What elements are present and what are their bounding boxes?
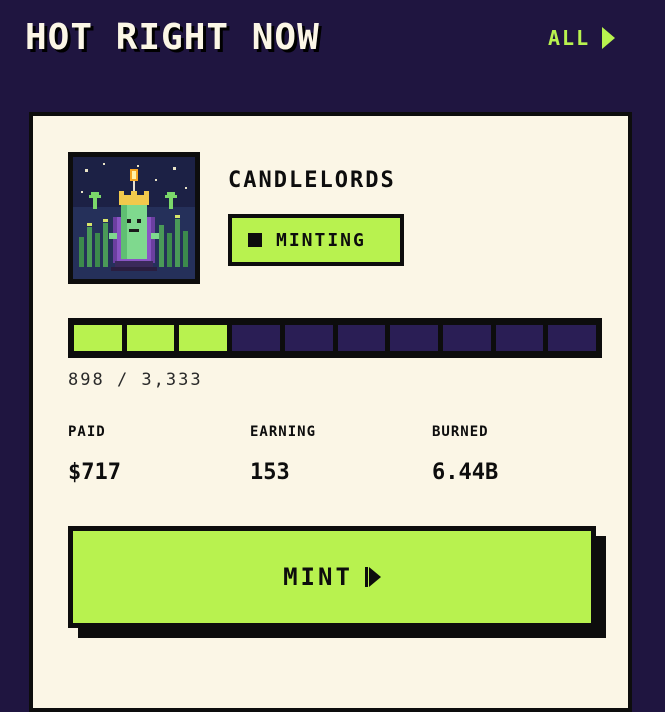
stat-value: 153 bbox=[250, 460, 290, 485]
progress-segment-empty bbox=[495, 325, 544, 351]
mint-progress-bar bbox=[68, 318, 602, 358]
mint-button[interactable]: MINT bbox=[68, 526, 596, 628]
mint-button-label: MINT bbox=[283, 563, 353, 591]
collection-card[interactable]: CANDLELORDS MINTING 898 / 3,333 PAID $71… bbox=[29, 112, 632, 712]
progress-segment-filled bbox=[179, 325, 228, 351]
progress-segment-filled bbox=[126, 325, 175, 351]
collection-name: CANDLELORDS bbox=[228, 168, 396, 193]
stat-label: EARNING bbox=[250, 424, 317, 440]
progress-segment-empty bbox=[442, 325, 491, 351]
progress-segment-empty bbox=[232, 325, 280, 351]
stat-label: PAID bbox=[68, 424, 106, 440]
status-label: MINTING bbox=[276, 229, 366, 251]
stat-value: 6.44B bbox=[432, 460, 499, 485]
stat-label: BURNED bbox=[432, 424, 489, 440]
play-next-icon bbox=[364, 567, 381, 587]
square-icon bbox=[248, 233, 262, 247]
progress-segment-empty bbox=[390, 325, 438, 351]
status-badge: MINTING bbox=[228, 214, 404, 266]
progress-segment-empty bbox=[284, 325, 333, 351]
stat-burned: BURNED 6.44B bbox=[432, 424, 498, 485]
progress-segment-empty bbox=[337, 325, 386, 351]
progress-segment-empty bbox=[548, 325, 597, 351]
stat-earning: EARNING 153 bbox=[250, 424, 316, 485]
collection-thumbnail[interactable] bbox=[68, 152, 200, 284]
view-all-link[interactable]: ALL bbox=[548, 26, 616, 50]
mint-progress-count: 898 / 3,333 bbox=[68, 370, 203, 390]
view-all-label: ALL bbox=[548, 26, 591, 50]
play-icon bbox=[602, 27, 616, 49]
section-title: HOT RIGHT NOW bbox=[25, 17, 320, 58]
stat-paid: PAID $717 bbox=[68, 424, 121, 485]
stat-value: $717 bbox=[68, 460, 121, 485]
candle-character-image bbox=[73, 157, 195, 279]
progress-segment-filled bbox=[74, 325, 122, 351]
